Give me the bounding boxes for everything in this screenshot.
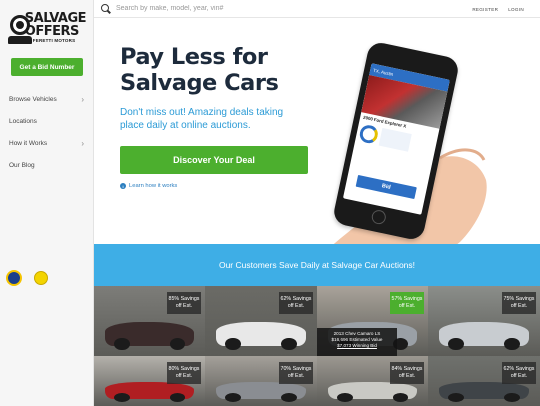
savings-badge: 62% Savings off Est. <box>279 292 313 314</box>
phone-bid-button: Bid <box>355 174 417 200</box>
savings-suffix: off Est. <box>398 303 416 309</box>
sidebar-item-label: How it Works <box>9 139 48 147</box>
savings-suffix: off Est. <box>510 303 528 309</box>
savings-badge: 57% Savings off Est. <box>390 292 424 314</box>
sidebar-item-our-blog[interactable]: Our Blog <box>0 154 93 176</box>
learn-how-it-works-link[interactable]: i Learn how it works <box>120 183 177 189</box>
trust-badges <box>6 270 48 286</box>
wheel-car-logo-icon <box>8 11 32 45</box>
wheel-icon <box>504 337 520 351</box>
sidebar-item-how-it-works[interactable]: How it Works › <box>0 132 93 154</box>
savings-badge: 85% Savings off Est. <box>167 292 201 314</box>
savings-percent: 62% Savings <box>280 296 312 302</box>
car-tile[interactable]: 70% Savings off Est. <box>205 356 317 406</box>
savings-badge: 80% Savings off Est. <box>167 362 201 384</box>
learn-link-label: Learn how it works <box>129 183 178 189</box>
savings-badge: 62% Savings off Est. <box>502 362 536 384</box>
phone-home-button <box>370 208 388 226</box>
info-icon: i <box>120 183 126 189</box>
register-link[interactable]: REGISTER <box>472 7 498 12</box>
car-tile[interactable]: 62% Savings off Est. <box>205 286 317 356</box>
sidebar-item-locations[interactable]: Locations <box>0 110 93 132</box>
wheel-icon <box>448 337 464 351</box>
wheel-icon <box>113 337 130 351</box>
car-detail-overlay: 2013 Chev Camaro LS $16,696 Estimated Val… <box>317 328 397 356</box>
car-tile[interactable]: 62% Savings off Est. <box>428 356 540 406</box>
wheel-icon <box>169 337 186 351</box>
wheel-icon <box>113 393 130 402</box>
savings-suffix: off Est. <box>398 373 416 379</box>
wheel-icon <box>169 393 186 402</box>
savings-badge: 84% Savings off Est. <box>390 362 424 384</box>
sidebar-item-label: Our Blog <box>9 161 35 169</box>
savings-percent: 57% Savings <box>391 296 423 302</box>
award-badge-icon[interactable] <box>6 270 22 286</box>
savings-percent: 85% Savings <box>168 296 200 302</box>
savings-suffix: off Est. <box>510 373 528 379</box>
wheel-icon <box>225 393 241 402</box>
sidebar-item-label: Browse Vehicles <box>9 95 57 103</box>
savings-percent: 75% Savings <box>503 296 535 302</box>
sidebar-item-label: Locations <box>9 117 37 125</box>
savings-suffix: off Est. <box>287 373 305 379</box>
savings-percent: 80% Savings <box>168 366 200 372</box>
sidebar-item-browse-vehicles[interactable]: Browse Vehicles › <box>0 88 93 110</box>
search-input[interactable] <box>116 0 416 17</box>
savings-suffix: off Est. <box>175 373 193 379</box>
savings-percent: 70% Savings <box>280 366 312 372</box>
wheel-icon <box>504 393 520 402</box>
savings-suffix: off Est. <box>175 303 193 309</box>
car-tile[interactable]: 84% Savings off Est. <box>317 356 428 406</box>
hero-subtitle: Don't miss out! Amazing deals taking pla… <box>120 107 284 131</box>
hero-title: Pay Less for Salvage Cars <box>120 44 279 96</box>
savings-suffix: off Est. <box>287 303 305 309</box>
savings-banner-text: Our Customers Save Daily at Salvage Car … <box>218 260 416 270</box>
login-link[interactable]: LOGIN <box>508 7 524 12</box>
logo-tagline: BY FERETTI MOTORS <box>24 38 76 44</box>
wheel-icon <box>225 337 241 351</box>
car-tile[interactable]: 85% Savings off Est. <box>94 286 205 356</box>
car-savings-grid: 85% Savings off Est. 62% Savings off Est. 57… <box>94 286 540 406</box>
savings-banner: Our Customers Save Daily at Salvage Car … <box>94 244 540 286</box>
car-tile[interactable]: 80% Savings off Est. <box>94 356 205 406</box>
chevron-right-icon: › <box>81 94 84 104</box>
logo-line-2: OFFERS <box>24 24 80 40</box>
wheel-icon <box>281 337 297 351</box>
savings-badge: 70% Savings off Est. <box>279 362 313 384</box>
sidebar: SALVAGE OFFERS BY FERETTI MOTORS Get a B… <box>0 0 94 406</box>
car-detail-winning-bid: $7,073 Winning Bid <box>337 343 377 348</box>
wheel-icon <box>392 393 409 402</box>
sidebar-nav: Browse Vehicles › Locations How it Works… <box>0 88 93 176</box>
seal-badge-icon[interactable] <box>34 271 48 285</box>
wheel-icon <box>281 393 297 402</box>
account-links: REGISTER LOGIN <box>472 0 524 18</box>
wheel-icon <box>336 393 353 402</box>
chevron-right-icon: › <box>81 138 84 148</box>
hero-section: Pay Less for Salvage Cars Don't miss out… <box>94 18 540 244</box>
car-tile[interactable]: 57% Savings off Est. 2013 Chev Camaro LS $1… <box>317 286 428 356</box>
search-icon[interactable] <box>99 0 115 18</box>
discover-your-deal-button[interactable]: Discover Your Deal <box>120 146 308 174</box>
car-tile[interactable]: 75% Savings off Est. <box>428 286 540 356</box>
get-bid-number-button[interactable]: Get a Bid Number <box>11 58 83 76</box>
salvage-offers-logo[interactable]: SALVAGE OFFERS BY FERETTI MOTORS <box>8 8 87 48</box>
savings-percent: 62% Savings <box>503 366 535 372</box>
savings-badge: 75% Savings off Est. <box>502 292 536 314</box>
wheel-icon <box>448 393 464 402</box>
savings-percent: 84% Savings <box>391 366 423 372</box>
top-bar: REGISTER LOGIN <box>94 0 540 18</box>
